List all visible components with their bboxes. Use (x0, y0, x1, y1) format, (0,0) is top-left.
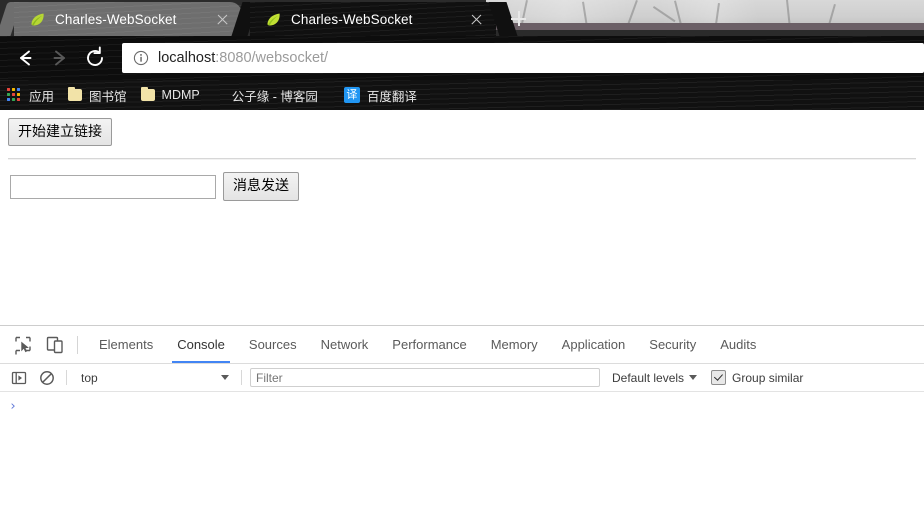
bookmark-baidu-translate[interactable]: 译 百度翻译 (337, 84, 424, 106)
group-similar-checkbox[interactable] (711, 370, 727, 385)
device-toolbar-icon[interactable] (42, 332, 68, 358)
console-toolbar: top Default levels Group similar (0, 364, 924, 392)
console-log-levels-selector[interactable]: Default levels (612, 370, 698, 385)
address-bar[interactable]: localhost:8080/websocket/ (122, 43, 924, 73)
message-row: 消息发送 (8, 172, 916, 201)
url-host: localhost (158, 50, 216, 66)
console-filter-input[interactable] (250, 368, 600, 387)
log-levels-label: Default levels (612, 370, 685, 385)
clear-console-icon[interactable] (36, 367, 58, 389)
close-icon[interactable] (215, 12, 230, 27)
bookmark-apps[interactable]: 应用 (0, 84, 61, 106)
tab-security[interactable]: Security (637, 327, 708, 363)
close-icon[interactable] (469, 12, 484, 27)
horizontal-rule (8, 158, 916, 161)
bookmark-label: 百度翻译 (366, 89, 417, 104)
group-similar-toggle[interactable]: Group similar (711, 370, 803, 385)
bookmark-label: MDMP (161, 88, 200, 102)
tab-performance[interactable]: Performance (380, 327, 478, 363)
address-bar-url: localhost:8080/websocket/ (158, 50, 328, 66)
message-input[interactable] (10, 174, 216, 199)
toolbar-divider (77, 335, 78, 354)
tab-elements[interactable]: Elements (87, 327, 165, 363)
tab-title: Charles-WebSocket (291, 11, 413, 27)
translate-icon: 译 (343, 87, 360, 103)
leaf-icon (265, 11, 282, 28)
folder-icon (68, 86, 83, 101)
forward-button[interactable] (43, 41, 77, 75)
tab-sources[interactable]: Sources (237, 327, 309, 363)
bookmark-label: 图书馆 (89, 89, 127, 104)
browser-window: Charles-WebSocket Charles-WebSocket loca… (0, 0, 924, 516)
back-button[interactable] (8, 41, 42, 75)
console-context-selector[interactable]: top (75, 368, 233, 388)
tab-strip: Charles-WebSocket Charles-WebSocket (0, 0, 924, 36)
url-path: :8080/websocket/ (215, 50, 329, 66)
bookmark-label: 公子缘 - 博客园 (231, 89, 318, 104)
console-sidebar-icon[interactable] (8, 367, 30, 389)
browser-toolbar: localhost:8080/websocket/ (0, 36, 924, 80)
tab-console[interactable]: Console (165, 327, 237, 363)
browser-tab-active[interactable]: Charles-WebSocket (250, 2, 496, 36)
new-tab-button[interactable] (506, 8, 532, 30)
devtools-panel: Elements Console Sources Network Perform… (0, 325, 924, 511)
tab-title: Charles-WebSocket (55, 11, 177, 27)
bookmarks-bar: 应用 图书馆 MDMP 公子缘 - 博客园 译 百度翻译 (0, 80, 924, 110)
browser-tab[interactable]: Charles-WebSocket (14, 2, 242, 36)
folder-icon (140, 86, 155, 101)
tab-audits[interactable]: Audits (708, 327, 768, 363)
tab-application[interactable]: Application (550, 327, 638, 363)
console-context-value: top (81, 370, 98, 385)
bookmark-blog[interactable]: 公子缘 - 博客园 (225, 84, 325, 106)
browser-theme-background (486, 0, 924, 30)
console-prompt-icon: › (9, 399, 17, 414)
bookmark-label: 应用 (29, 89, 55, 104)
page-content: 开始建立链接 消息发送 (0, 110, 924, 325)
send-message-button[interactable]: 消息发送 (223, 172, 299, 201)
bookmark-folder-mdmp[interactable]: MDMP (134, 84, 207, 106)
chevron-down-icon (689, 375, 698, 380)
inspect-cursor-icon[interactable] (10, 332, 36, 358)
devtools-tabbar: Elements Console Sources Network Perform… (0, 326, 924, 364)
tab-memory[interactable]: Memory (479, 327, 550, 363)
console-toolbar-divider (66, 370, 67, 385)
tab-network[interactable]: Network (309, 327, 381, 363)
reload-button[interactable] (78, 41, 112, 75)
apps-grid-icon (7, 87, 22, 103)
leaf-icon (29, 11, 46, 28)
group-similar-label: Group similar (732, 370, 804, 385)
bookmark-folder-library[interactable]: 图书馆 (61, 84, 134, 106)
info-circle-icon[interactable] (133, 50, 149, 66)
console-output-area[interactable]: › (0, 392, 924, 511)
console-toolbar-divider (241, 370, 242, 385)
start-connection-button[interactable]: 开始建立链接 (8, 118, 112, 147)
chevron-down-icon (221, 375, 229, 380)
